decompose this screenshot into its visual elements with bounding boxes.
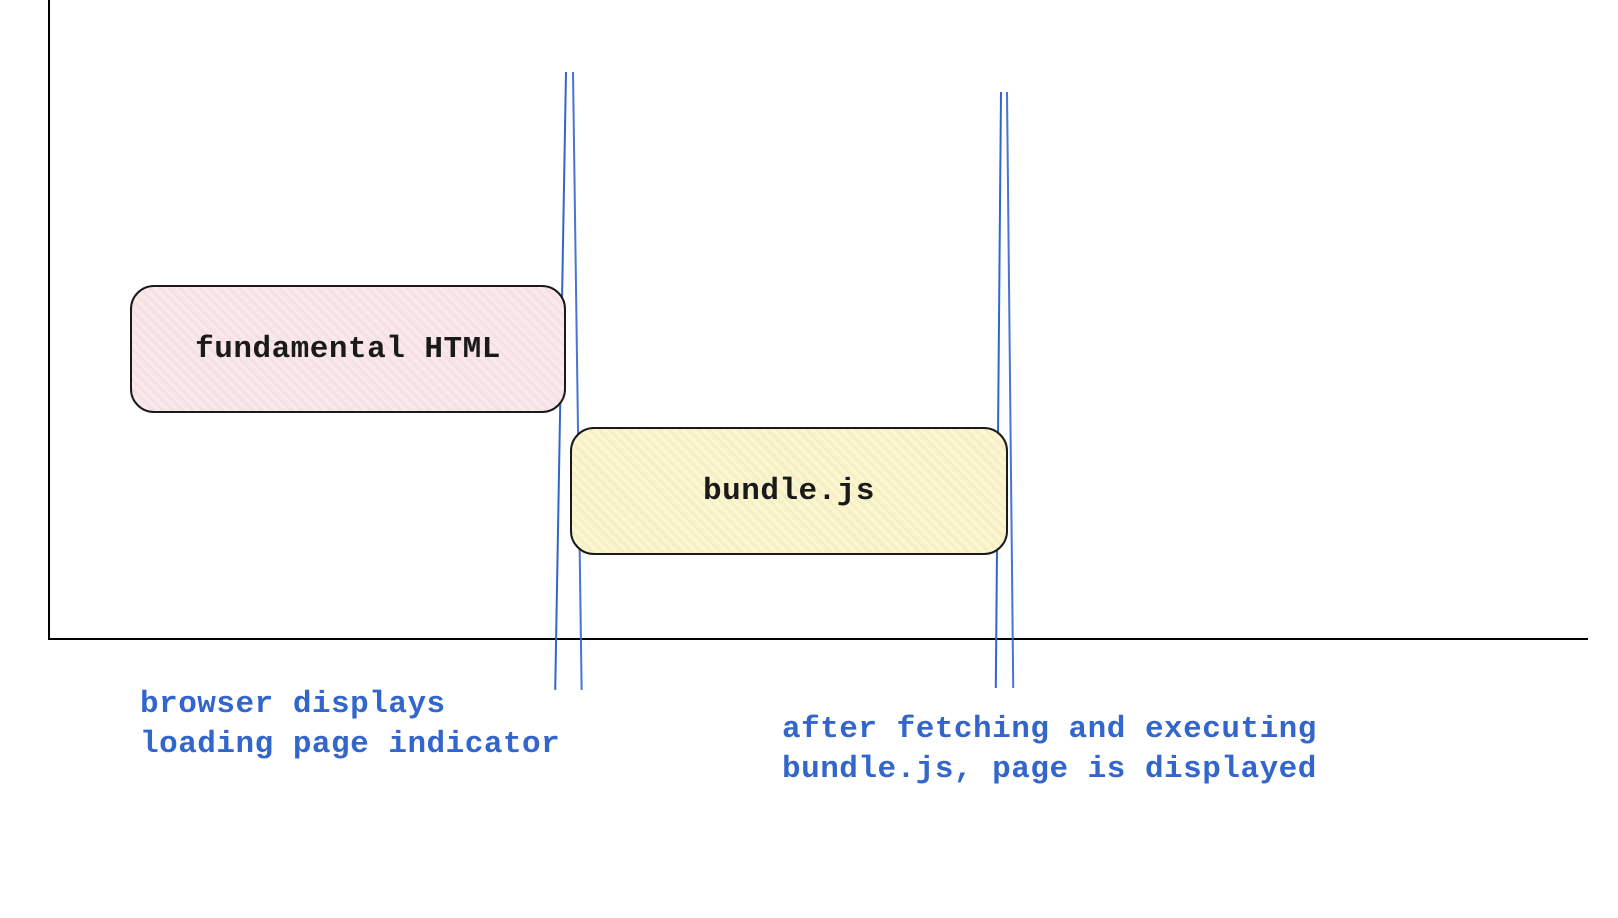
- box-html-label: fundamental HTML: [195, 332, 501, 367]
- marker-line-1-dup: [572, 72, 583, 690]
- timeline-diagram: fundamental HTML bundle.js browser displ…: [0, 0, 1618, 918]
- box-bundle-js: bundle.js: [570, 427, 1008, 555]
- annotation-loading-indicator: browser displays loading page indicator: [140, 685, 560, 766]
- marker-line-2-dup: [1006, 92, 1014, 688]
- marker-line-2: [995, 92, 1002, 688]
- annotation-page-displayed: after fetching and executing bundle.js, …: [782, 710, 1317, 791]
- y-axis-line: [48, 0, 50, 640]
- box-fundamental-html: fundamental HTML: [130, 285, 566, 413]
- box-bundle-label: bundle.js: [703, 474, 875, 509]
- x-axis-line: [48, 638, 1588, 640]
